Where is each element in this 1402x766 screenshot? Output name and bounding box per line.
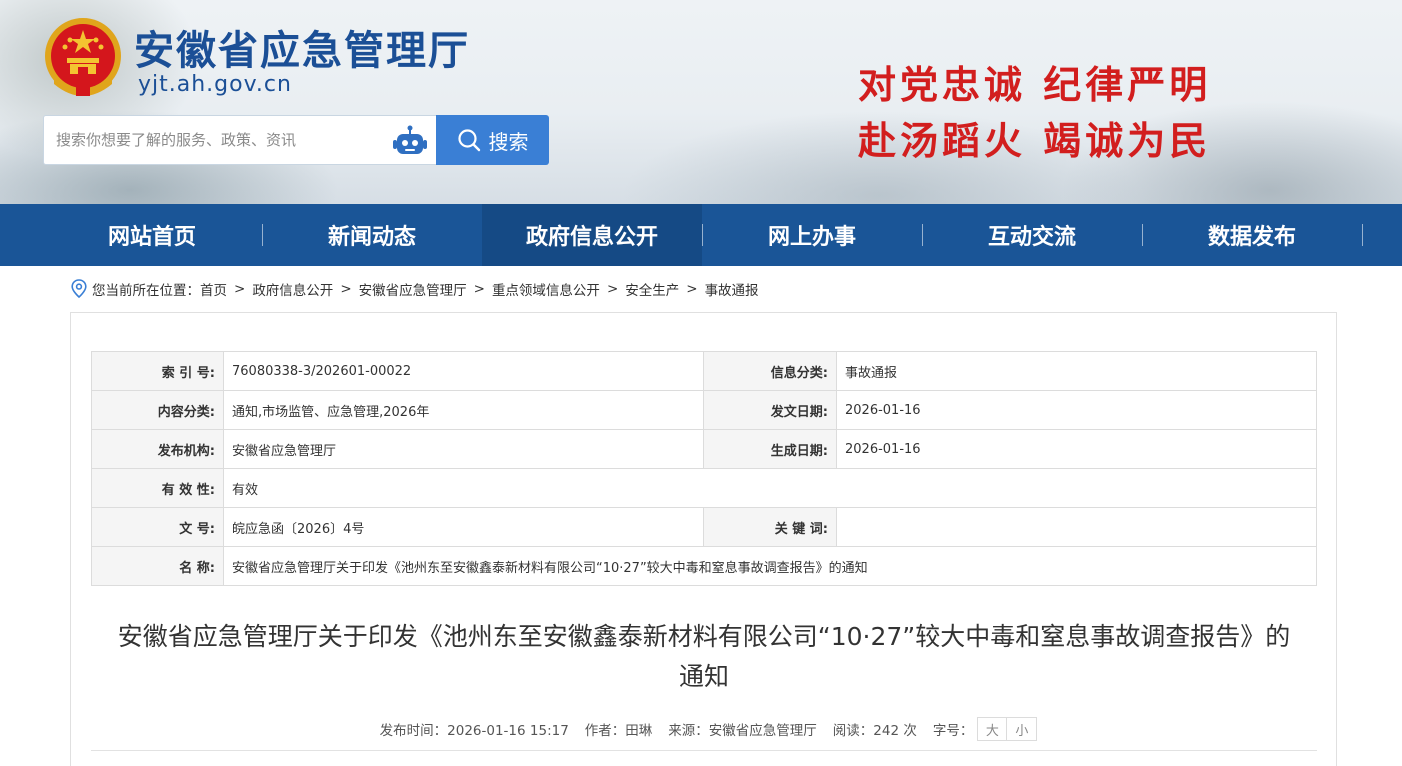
breadcrumb-separator: >: [234, 281, 246, 297]
search-button-label: 搜索: [488, 129, 529, 154]
breadcrumb-item-home[interactable]: 首页: [200, 279, 227, 299]
content-category-label: 内容分类:: [91, 390, 224, 430]
read-count: 阅读：242 次: [832, 723, 917, 739]
breadcrumb-separator: >: [340, 281, 352, 297]
breadcrumb-separator: >: [473, 281, 485, 297]
document-number-label: 文 号:: [91, 507, 224, 547]
font-large-button[interactable]: 大: [977, 717, 1008, 741]
main-nav: 网站首页 新闻动态 政府信息公开 网上办事 互动交流 数据发布: [0, 204, 1402, 266]
nav-item-data-release[interactable]: 数据发布: [1142, 204, 1362, 266]
author: 作者：田琳: [584, 723, 653, 739]
publish-time: 发布时间：2026-01-16 15:17: [379, 723, 569, 739]
article-title: 安徽省应急管理厅关于印发《池州东至安徽鑫泰新材料有限公司“10·27”较大中毒和…: [117, 622, 1291, 691]
national-emblem-icon[interactable]: [42, 16, 124, 100]
table-row: 索 引 号: 76080338-3/202601-00022 信息分类: 事故通…: [91, 351, 1317, 391]
search-box: [43, 115, 436, 165]
table-row: 文 号: 皖应急函〔2026〕4号 关 键 词:: [91, 507, 1317, 547]
nav-item-online-services[interactable]: 网上办事: [702, 204, 922, 266]
keywords-value: [836, 507, 1317, 547]
breadcrumb-separator: >: [686, 281, 698, 297]
document-number-value: 皖应急函〔2026〕4号: [223, 507, 704, 547]
generated-date-label: 生成日期:: [703, 429, 837, 469]
breadcrumb-item-accident-report[interactable]: 事故通报: [705, 279, 759, 299]
issue-date-label: 发文日期:: [703, 390, 837, 430]
search-icon: [457, 129, 480, 152]
slogan-line-1: 对党忠诚 纪律严明: [858, 62, 1212, 107]
nav-item-interaction[interactable]: 互动交流: [922, 204, 1142, 266]
breadcrumb: 您当前所在位置： 首页 > 政府信息公开 > 安徽省应急管理厅 > 重点领域信息…: [70, 278, 759, 300]
breadcrumb-prefix: 您当前所在位置：: [92, 283, 200, 299]
location-pin-icon: [71, 279, 87, 299]
document-name-value: 安徽省应急管理厅关于印发《池州东至安徽鑫泰新材料有限公司“10·27”较大中毒和…: [223, 546, 1317, 586]
table-row: 名 称: 安徽省应急管理厅关于印发《池州东至安徽鑫泰新材料有限公司“10·27”…: [91, 546, 1317, 586]
nav-separator: [1362, 224, 1363, 246]
font-small-button[interactable]: 小: [1007, 717, 1038, 741]
font-size-controls: 大 小: [977, 717, 1038, 741]
robot-icon[interactable]: [391, 124, 429, 158]
site-title[interactable]: 安徽省应急管理厅: [134, 18, 470, 76]
info-category-label: 信息分类:: [703, 351, 837, 391]
index-number-value: 76080338-3/202601-00022: [223, 351, 704, 391]
document-name-label: 名 称:: [91, 546, 224, 586]
slogan-line-2: 赴汤蹈火 竭诚为民: [858, 118, 1212, 163]
validity-value: 有效: [223, 468, 1317, 508]
divider: [91, 750, 1317, 751]
nav-item-news[interactable]: 新闻动态: [262, 204, 482, 266]
issue-date-value: 2026-01-16: [836, 390, 1317, 430]
search-input[interactable]: [56, 116, 376, 164]
breadcrumb-item-safety[interactable]: 安全生产: [625, 279, 679, 299]
generated-date-value: 2026-01-16: [836, 429, 1317, 469]
table-row: 发布机构: 安徽省应急管理厅 生成日期: 2026-01-16: [91, 429, 1317, 469]
content-panel: 索 引 号: 76080338-3/202601-00022 信息分类: 事故通…: [70, 312, 1337, 766]
table-row: 有 效 性: 有效: [91, 468, 1317, 508]
site-header: 安徽省应急管理厅 yjt.ah.gov.cn 搜索 对党忠诚 纪律严明 赴汤蹈火…: [0, 0, 1402, 204]
keywords-label: 关 键 词:: [703, 507, 837, 547]
index-number-label: 索 引 号:: [91, 351, 224, 391]
font-size-label: 字号：: [932, 723, 974, 739]
nav-item-gov-info-disclosure[interactable]: 政府信息公开: [482, 204, 702, 266]
publisher-value: 安徽省应急管理厅: [223, 429, 704, 469]
search-button[interactable]: 搜索: [436, 115, 549, 165]
document-meta-table: 索 引 号: 76080338-3/202601-00022 信息分类: 事故通…: [91, 351, 1317, 586]
article-meta: 发布时间：2026-01-16 15:17 作者：田琳 来源：安徽省应急管理厅 …: [71, 717, 1338, 741]
breadcrumb-item-gov-info[interactable]: 政府信息公开: [252, 279, 333, 299]
info-category-value: 事故通报: [836, 351, 1317, 391]
site-domain: yjt.ah.gov.cn: [138, 72, 292, 97]
breadcrumb-item-key-areas[interactable]: 重点领域信息公开: [492, 279, 600, 299]
table-row: 内容分类: 通知,市场监管、应急管理,2026年 发文日期: 2026-01-1…: [91, 390, 1317, 430]
nav-item-home[interactable]: 网站首页: [42, 204, 262, 266]
source: 来源：安徽省应急管理厅: [668, 723, 817, 739]
validity-label: 有 效 性:: [91, 468, 224, 508]
publisher-label: 发布机构:: [91, 429, 224, 469]
breadcrumb-item-department[interactable]: 安徽省应急管理厅: [359, 279, 467, 299]
breadcrumb-separator: >: [606, 281, 619, 297]
content-category-value: 通知,市场监管、应急管理,2026年: [223, 390, 704, 430]
